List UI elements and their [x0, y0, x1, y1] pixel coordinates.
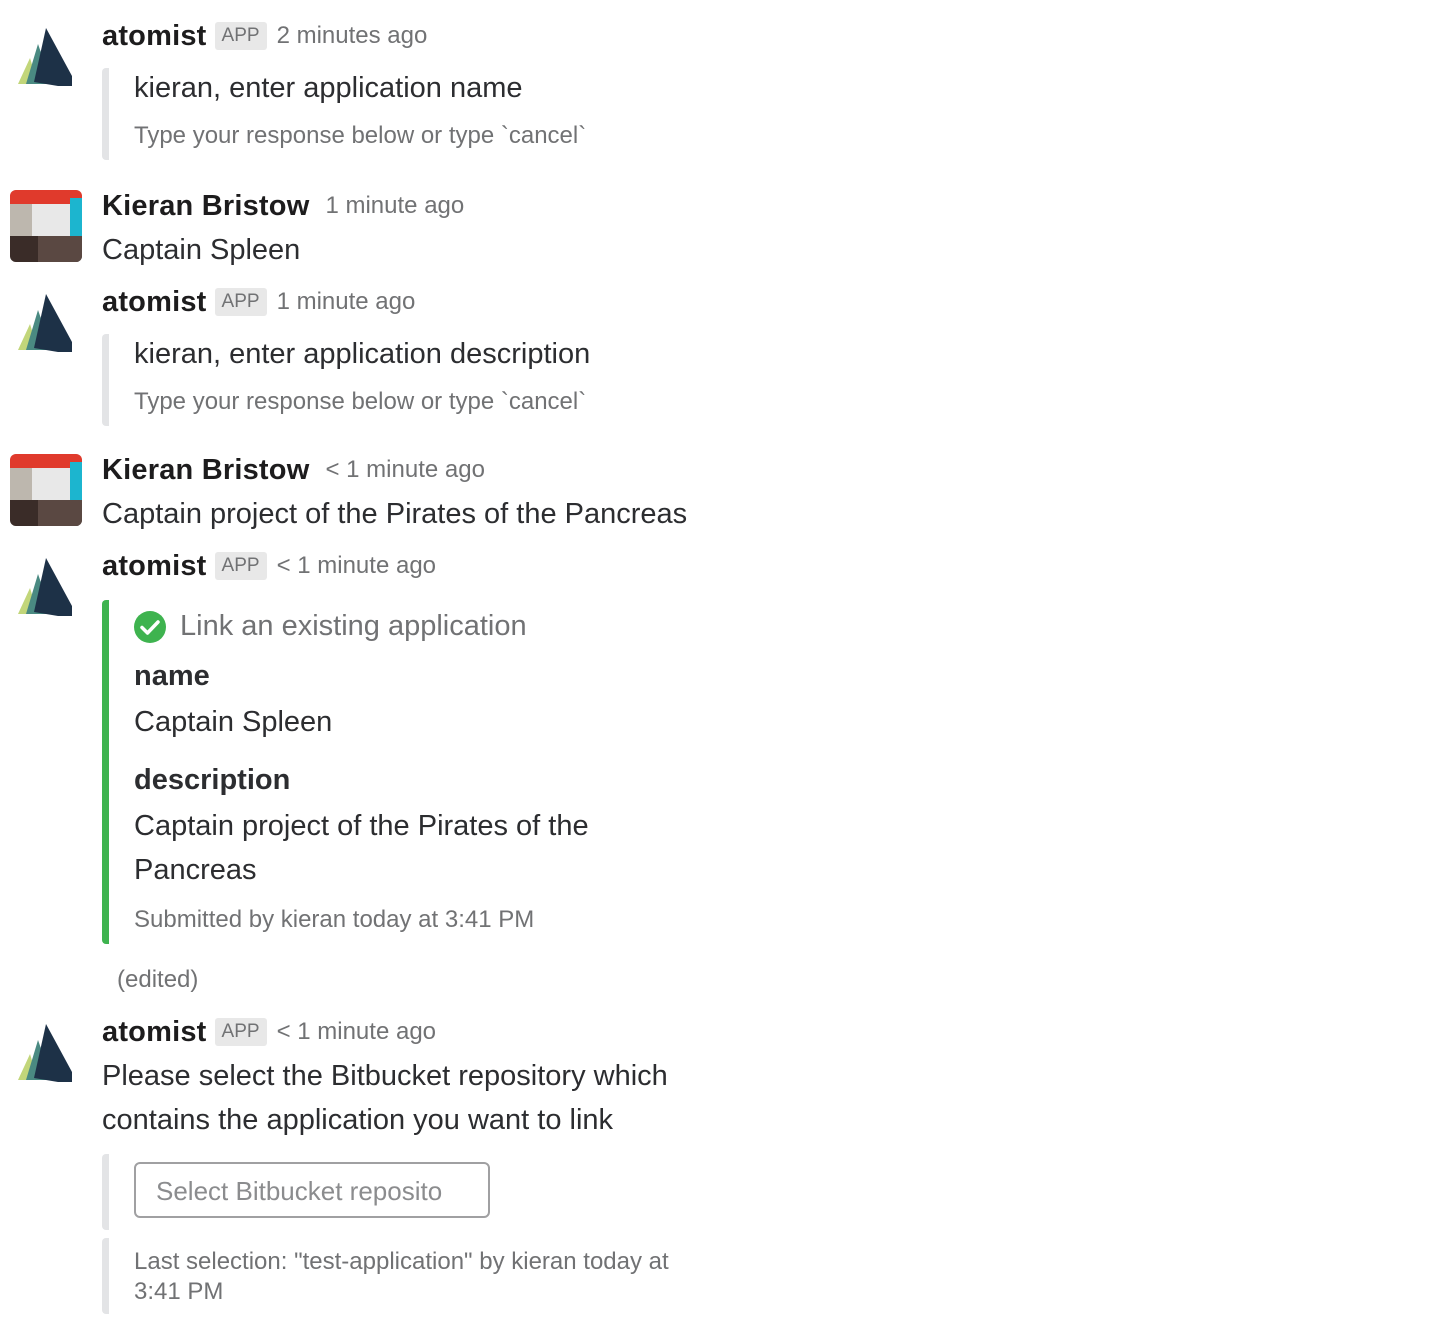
check-circle-icon [134, 610, 166, 643]
attachment-hint: Type your response below or type `cancel… [134, 388, 587, 415]
edited-label: (edited) [117, 966, 199, 993]
user-avatar[interactable] [10, 454, 82, 526]
attachment-title: kieran, enter application name [134, 72, 523, 104]
message-header: atomist APP 2 minutes ago [102, 18, 427, 54]
sender-name[interactable]: atomist [102, 20, 207, 53]
message-text-line2: contains the application you want to lin… [102, 1104, 614, 1136]
message-header: atomist APP < 1 minute ago [102, 1014, 436, 1050]
app-badge: APP [214, 1018, 267, 1046]
attachment: Link an existing application name Captai… [102, 600, 809, 944]
sender-name[interactable]: atomist [102, 550, 207, 583]
app-badge: APP [214, 22, 267, 50]
timestamp[interactable]: 1 minute ago [277, 288, 416, 316]
attachment: kieran, enter application name Type your… [102, 68, 809, 160]
sender-name[interactable]: Kieran Bristow [102, 190, 309, 223]
sender-name[interactable]: atomist [102, 286, 207, 319]
message-header: Kieran Bristow < 1 minute ago [102, 452, 485, 488]
repository-select[interactable]: Select Bitbucket reposito [134, 1162, 490, 1218]
timestamp[interactable]: 2 minutes ago [277, 22, 428, 50]
user-avatar-icon [10, 454, 82, 526]
select-placeholder: Select Bitbucket reposito [156, 1176, 443, 1206]
app-badge: APP [214, 288, 267, 316]
message-text: Captain project of the Pirates of the Pa… [102, 498, 688, 530]
field-title-name: name [134, 660, 210, 692]
attachment-title: kieran, enter application description [134, 338, 591, 370]
sender-name[interactable]: Kieran Bristow [102, 454, 309, 487]
atomist-logo-icon[interactable] [16, 1018, 78, 1084]
user-avatar[interactable] [10, 190, 82, 262]
message-header: atomist APP 1 minute ago [102, 284, 415, 320]
attachment-hint: Type your response below or type `cancel… [134, 122, 587, 149]
atomist-logo-icon[interactable] [16, 552, 78, 618]
message-header: Kieran Bristow 1 minute ago [102, 188, 464, 224]
app-badge: APP [214, 552, 267, 580]
select-attachment: Select Bitbucket reposito [102, 1154, 809, 1230]
last-selection-attachment: Last selection: "test-application" by ki… [102, 1238, 809, 1314]
attachment-footer: Submitted by kieran today at 3:41 PM [134, 906, 535, 933]
field-value-description-line1: Captain project of the Pirates of the [134, 810, 589, 842]
timestamp[interactable]: < 1 minute ago [325, 456, 484, 484]
atomist-logo-icon[interactable] [16, 22, 78, 88]
attachment-title: Link an existing application [134, 610, 527, 643]
sender-name[interactable]: atomist [102, 1016, 207, 1049]
message-text-line1: Please select the Bitbucket repository w… [102, 1060, 668, 1092]
timestamp[interactable]: 1 minute ago [325, 192, 464, 220]
field-title-description: description [134, 764, 291, 796]
user-avatar-icon [10, 190, 82, 262]
attachment-title-text: Link an existing application [180, 610, 527, 642]
field-value-description-line2: Pancreas [134, 854, 257, 886]
timestamp[interactable]: < 1 minute ago [277, 1018, 436, 1046]
message-header: atomist APP < 1 minute ago [102, 548, 436, 584]
last-selection-line1: Last selection: "test-application" by ki… [134, 1248, 669, 1275]
attachment: kieran, enter application description Ty… [102, 334, 809, 426]
timestamp[interactable]: < 1 minute ago [277, 552, 436, 580]
field-value-name: Captain Spleen [134, 706, 333, 738]
last-selection-line2: 3:41 PM [134, 1278, 224, 1305]
message-text: Captain Spleen [102, 234, 301, 266]
atomist-logo-icon[interactable] [16, 288, 78, 354]
